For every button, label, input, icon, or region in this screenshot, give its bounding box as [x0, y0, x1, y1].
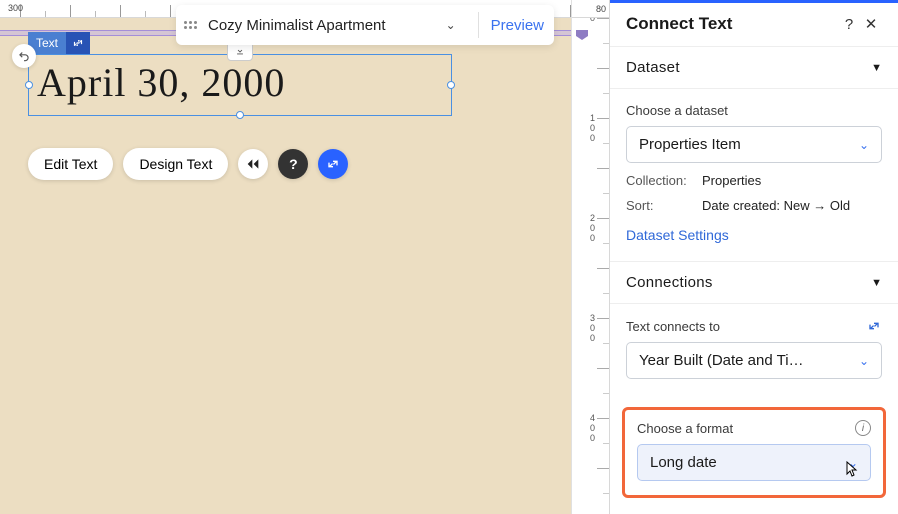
divider [478, 12, 479, 38]
choose-format-label: Choose a format i [637, 420, 871, 436]
selection-badge: Text [28, 32, 90, 54]
link-icon [66, 32, 90, 54]
breadcrumb-title[interactable]: Cozy Minimalist Apartment [208, 17, 436, 34]
resize-handle-bottom[interactable] [236, 111, 244, 119]
text-element-selected[interactable]: Text April 30, 2000 [28, 54, 452, 116]
connections-section-header[interactable]: Connections ▼ [610, 262, 898, 304]
chevron-down-icon: ⌄ [859, 354, 869, 368]
dataset-dropdown[interactable]: Properties Item ⌄ [626, 126, 882, 163]
dataset-section-header[interactable]: Dataset ▼ [610, 47, 898, 89]
text-content: April 30, 2000 [29, 55, 451, 110]
resize-handle-left[interactable] [25, 81, 33, 89]
connect-text-panel: Connect Text ? ✕ Dataset ▼ Choose a data… [609, 0, 898, 514]
ruler-corner: 80 [572, 0, 609, 18]
help-icon[interactable]: ? [838, 16, 860, 33]
animation-button[interactable] [238, 149, 268, 179]
text-connects-label: Text connects to [626, 318, 882, 334]
chevron-down-icon: ⌄ [859, 138, 869, 152]
drag-handle-icon[interactable] [182, 21, 198, 29]
double-chevron-icon [245, 158, 261, 170]
sort-row: Sort: Date created: New → Old [626, 198, 882, 213]
editor-canvas[interactable]: 300 Cozy Minimalist Apartment ⌄ Preview … [0, 0, 571, 514]
link-icon [325, 156, 341, 172]
design-text-button[interactable]: Design Text [123, 148, 228, 180]
ruler-vertical-container: 80 0 100 200 300 400 [571, 0, 609, 514]
choose-dataset-label: Choose a dataset [626, 103, 882, 118]
info-icon[interactable]: i [855, 420, 871, 436]
connects-to-dropdown[interactable]: Year Built (Date and Ti… ⌄ [626, 342, 882, 379]
floating-toolbar: Edit Text Design Text ? [28, 148, 348, 180]
close-icon[interactable]: ✕ [860, 15, 882, 33]
resize-handle-right[interactable] [447, 81, 455, 89]
help-button[interactable]: ? [278, 149, 308, 179]
panel-title: Connect Text [626, 14, 838, 34]
download-icon [235, 46, 245, 56]
question-icon: ? [289, 156, 298, 172]
format-dropdown[interactable]: Long date ⌄ [637, 444, 871, 481]
caret-down-icon: ▼ [871, 62, 882, 74]
undo-icon [17, 49, 31, 63]
format-highlight-box: Choose a format i Long date ⌄ [622, 407, 886, 498]
connect-data-button[interactable] [318, 149, 348, 179]
dataset-section-body: Choose a dataset Properties Item ⌄ Colle… [610, 89, 898, 262]
dataset-settings-link[interactable]: Dataset Settings [626, 227, 729, 243]
connections-section-body: Text connects to Year Built (Date and Ti… [610, 304, 898, 395]
undo-button[interactable] [12, 44, 36, 68]
ruler-vertical: 0 100 200 300 400 [572, 18, 609, 514]
link-icon[interactable] [866, 318, 882, 334]
breadcrumb-bar: Cozy Minimalist Apartment ⌄ Preview [176, 5, 554, 45]
preview-link[interactable]: Preview [491, 17, 544, 34]
collection-row: Collection: Properties [626, 173, 882, 188]
panel-header: Connect Text ? ✕ [610, 0, 898, 47]
edit-text-button[interactable]: Edit Text [28, 148, 113, 180]
chevron-down-icon[interactable]: ⌄ [446, 18, 456, 32]
cursor-icon [845, 461, 861, 479]
caret-down-icon: ▼ [871, 277, 882, 289]
